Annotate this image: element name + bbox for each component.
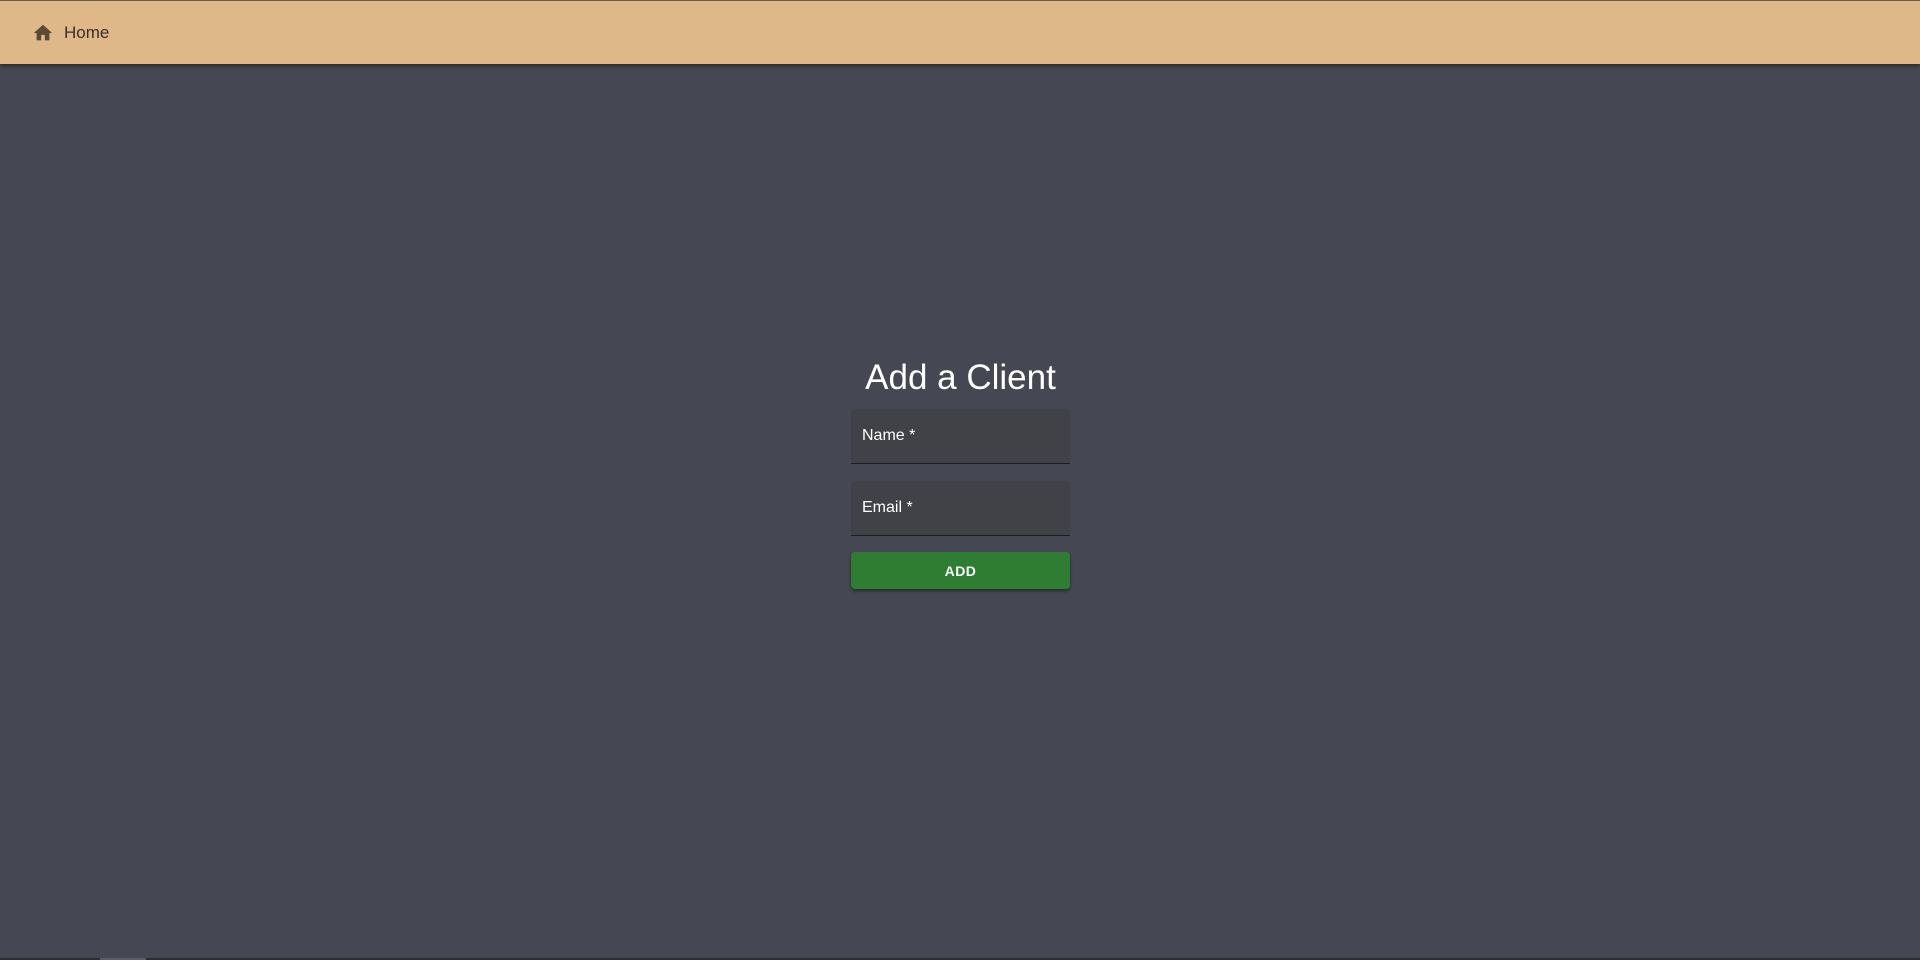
email-field[interactable]: Email * <box>851 481 1070 536</box>
home-icon <box>32 22 54 44</box>
home-label: Home <box>64 22 110 42</box>
add-client-form: Add a Client Name * Email * ADD <box>851 356 1070 589</box>
home-link[interactable]: Home <box>32 13 109 53</box>
add-button[interactable]: ADD <box>851 552 1070 589</box>
name-input[interactable] <box>851 409 1070 463</box>
top-app-bar: Home <box>0 0 1920 64</box>
email-input[interactable] <box>851 481 1070 535</box>
name-field[interactable]: Name * <box>851 409 1070 464</box>
page-title: Add a Client <box>865 358 1056 397</box>
